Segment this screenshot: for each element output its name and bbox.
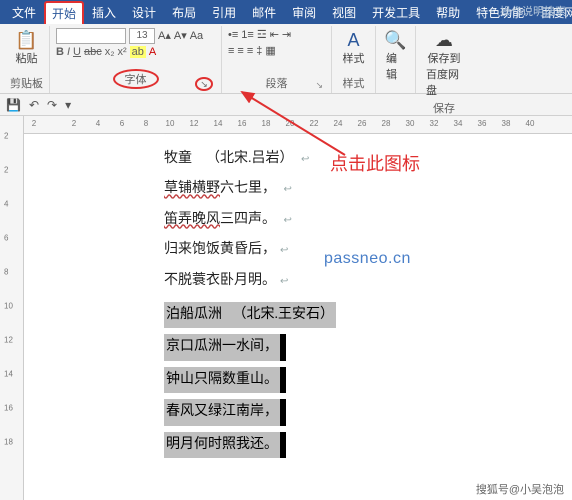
align-left-icon[interactable]: ≡	[228, 44, 234, 58]
tab-layout[interactable]: 布局	[164, 0, 204, 25]
workspace: 2 2 4 6 8 10 12 14 16 18 2 2 4 6 8 10 12…	[0, 116, 572, 500]
vertical-ruler[interactable]: 2 2 4 6 8 10 12 14 16 18	[0, 116, 24, 500]
clipboard-launcher-icon[interactable]: ↘	[33, 80, 41, 91]
tab-file[interactable]: 文件	[4, 0, 44, 25]
indent-dec-icon[interactable]: ⇤	[270, 28, 279, 42]
paste-button[interactable]: 📋 粘贴	[10, 28, 43, 68]
save-label-1: 保存到	[428, 50, 461, 66]
watermark-text: passneo.cn	[324, 250, 411, 268]
align-right-icon[interactable]: ≡	[247, 44, 253, 58]
poem2-line4: 明月何时照我还。	[164, 432, 280, 458]
styles-icon: A	[347, 30, 359, 50]
poem2-title: 泊船瓜洲 （北宋.王安石）	[164, 302, 336, 328]
save-baidu-button[interactable]: ☁ 保存到 百度网盘	[422, 28, 466, 100]
styles-group-label: 样式	[338, 75, 369, 93]
subscript-button[interactable]: x₂	[105, 46, 115, 58]
tell-me-label: 操作说明搜索	[500, 3, 566, 19]
group-editing: 🔍 编辑	[376, 26, 416, 93]
group-save: ☁ 保存到 百度网盘 保存	[416, 26, 472, 93]
group-styles: A 样式 样式	[332, 26, 376, 93]
menu-bar: 文件 开始 插入 设计 布局 引用 邮件 审阅 视图 开发工具 帮助 特色功能 …	[0, 0, 572, 24]
indent-inc-icon[interactable]: ⇥	[282, 28, 291, 42]
find-icon: 🔍	[384, 30, 406, 50]
cloud-save-icon: ☁	[435, 30, 453, 50]
paragraph-group-label: 段落 ↘	[228, 75, 325, 93]
tab-help[interactable]: 帮助	[428, 0, 468, 25]
poem2-selection: 泊船瓜洲 （北宋.王安石） 京口瓜洲一水间， 钟山只隔数重山。 春风又绿江南岸，…	[164, 302, 572, 464]
font-name-combo[interactable]	[56, 28, 126, 44]
qat-undo-icon[interactable]: ↶	[29, 98, 39, 112]
grow-font-icon[interactable]: A▴	[158, 29, 171, 43]
styles-label: 样式	[343, 50, 365, 66]
font-dialog-launcher-icon[interactable]: ↘	[195, 77, 213, 91]
tab-home[interactable]: 开始	[44, 1, 84, 24]
editing-label: 编辑	[386, 50, 405, 82]
underline-button[interactable]: U	[73, 46, 81, 58]
shading-icon[interactable]: ▦	[265, 44, 275, 58]
bullets-icon[interactable]: •≡	[228, 28, 238, 42]
qat-save-icon[interactable]: 💾	[6, 98, 21, 112]
font-size-combo[interactable]: 13	[129, 28, 155, 44]
font-color-button[interactable]: A	[149, 46, 156, 58]
save-label-2: 百度网盘	[426, 66, 462, 98]
highlight-button[interactable]: ab	[130, 46, 146, 58]
poem2-line1: 京口瓜洲一水间，	[164, 334, 280, 360]
tab-insert[interactable]: 插入	[84, 0, 124, 25]
poem1-line4: 不脱蓑衣卧月明。	[164, 270, 572, 292]
annotation-text: 点击此图标	[330, 150, 420, 176]
poem2-line2: 钟山只隔数重山。	[164, 367, 280, 393]
shrink-font-icon[interactable]: A▾	[174, 29, 187, 43]
bold-button[interactable]: B	[56, 46, 64, 58]
tab-view[interactable]: 视图	[324, 0, 364, 25]
line-spacing-icon[interactable]: ‡	[256, 44, 262, 58]
numbering-icon[interactable]: 1≡	[241, 28, 254, 42]
poem1: 牧童 （北宋.吕岩） 草铺横野六七里， 笛弄晚风三四声。 归来饱饭黄昏后， 不脱…	[164, 148, 572, 464]
clear-format-icon[interactable]: Aa	[190, 29, 203, 43]
paste-label: 粘贴	[16, 50, 38, 66]
ribbon: 📋 粘贴 剪贴板 ↘ 13 A▴ A▾ Aa B I U abc x₂ x²	[0, 24, 572, 94]
clipboard-icon: 📋	[15, 30, 37, 50]
poem1-line2: 笛弄晚风三四声。	[164, 209, 572, 231]
tab-design[interactable]: 设计	[124, 0, 164, 25]
qat-dropdown-icon[interactable]: ▾	[65, 98, 71, 112]
multilevel-icon[interactable]: ☲	[257, 28, 267, 42]
tab-mailings[interactable]: 邮件	[244, 0, 284, 25]
group-paragraph: •≡ 1≡ ☲ ⇤ ⇥ ≡ ≡ ≡ ‡ ▦ 段落 ↘	[222, 26, 332, 93]
tab-devtools[interactable]: 开发工具	[364, 0, 428, 25]
tab-review[interactable]: 审阅	[284, 0, 324, 25]
font-group-label: 字体	[113, 69, 159, 89]
lightbulb-icon: ♀	[488, 5, 496, 17]
credit-label: 搜狐号@小吴泡泡	[472, 480, 568, 498]
clipboard-group-label: 剪贴板 ↘	[10, 75, 43, 93]
group-font: 13 A▴ A▾ Aa B I U abc x₂ x² ab A 字体 ↘	[50, 26, 222, 93]
poem1-line1: 草铺横野六七里，	[164, 178, 572, 200]
italic-button[interactable]: I	[67, 46, 70, 58]
strike-button[interactable]: abc	[84, 46, 102, 58]
qat-redo-icon[interactable]: ↷	[47, 98, 57, 112]
document-page[interactable]: 牧童 （北宋.吕岩） 草铺横野六七里， 笛弄晚风三四声。 归来饱饭黄昏后， 不脱…	[24, 134, 572, 500]
quick-access-toolbar: 💾 ↶ ↷ ▾	[0, 94, 572, 116]
tab-references[interactable]: 引用	[204, 0, 244, 25]
superscript-button[interactable]: x²	[118, 46, 127, 58]
paragraph-launcher-icon[interactable]: ↘	[315, 80, 323, 91]
horizontal-ruler[interactable]: 2 2 4 6 8 10 12 14 16 18 20 22 24 26 28 …	[24, 116, 572, 134]
poem2-line3: 春风又绿江南岸，	[164, 399, 280, 425]
align-center-icon[interactable]: ≡	[237, 44, 243, 58]
group-clipboard: 📋 粘贴 剪贴板 ↘	[4, 26, 50, 93]
tell-me-search[interactable]: ♀ 操作说明搜索	[488, 3, 566, 19]
styles-button[interactable]: A 样式	[338, 28, 369, 68]
editing-button[interactable]: 🔍 编辑	[382, 28, 409, 84]
